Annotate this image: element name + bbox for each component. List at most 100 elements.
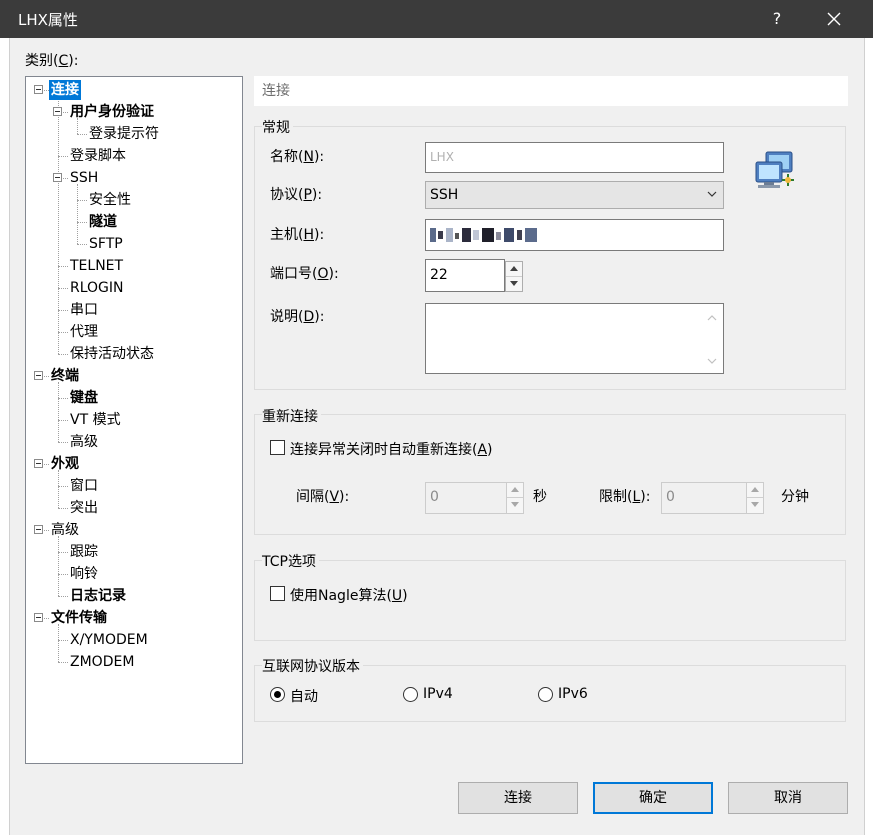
limit-stepper[interactable]: [746, 482, 764, 514]
tree-item[interactable]: 文件传输: [51, 608, 107, 628]
tree-item[interactable]: 终端: [51, 366, 79, 386]
tree-collapse-icon[interactable]: [34, 613, 43, 622]
tree-collapse-icon[interactable]: [53, 173, 62, 182]
tree-connector: [77, 222, 87, 223]
tree-item[interactable]: ZMODEM: [70, 652, 134, 672]
close-button[interactable]: [816, 0, 852, 38]
tree-connector: [77, 134, 87, 135]
category-tree[interactable]: 连接 用户身份验证 登录提示符 登录脚本 SSH 安全性 隧道 SFTP TELNET RLOGI…: [25, 76, 243, 764]
tree-item[interactable]: 键盘: [70, 388, 98, 408]
general-group-title: 常规: [262, 117, 293, 137]
auto-reconnect-checkbox[interactable]: [270, 440, 285, 455]
port-up-button[interactable]: [506, 262, 522, 277]
tree-connector: [58, 332, 68, 333]
host-redacted-value: [430, 228, 542, 242]
limit-unit: 分钟: [781, 489, 809, 505]
nagle-label: 使用Nagle算法(U): [290, 588, 408, 604]
tree-connector: [58, 596, 68, 597]
tree-item[interactable]: 外观: [51, 454, 79, 474]
help-button[interactable]: ?: [760, 0, 794, 38]
interval-label: 间隔(V):: [296, 489, 350, 505]
ipv4-label: IPv4: [423, 686, 453, 702]
chevron-down-icon: [707, 191, 717, 197]
tree-item[interactable]: SFTP: [89, 234, 123, 254]
tree-connector: [58, 398, 68, 399]
tree-item[interactable]: 登录脚本: [70, 146, 126, 166]
tree-connector: [58, 536, 59, 596]
tree-item[interactable]: 代理: [70, 322, 98, 342]
ipv4-radio[interactable]: [403, 687, 418, 702]
tree-item[interactable]: 响铃: [70, 564, 98, 584]
ok-button[interactable]: 确定: [593, 782, 713, 814]
description-textarea[interactable]: [425, 303, 724, 374]
title-bar[interactable]: LHX属性 ?: [0, 0, 873, 38]
tree-item[interactable]: RLOGIN: [70, 278, 124, 298]
tree-item[interactable]: 日志记录: [70, 586, 126, 606]
tree-connector: [58, 574, 68, 575]
reconnect-group: [254, 414, 846, 535]
limit-input[interactable]: 0: [661, 482, 747, 514]
name-label: 名称(N):: [270, 149, 325, 165]
reconnect-group-title: 重新连接: [262, 406, 321, 426]
interval-up-button[interactable]: [507, 483, 523, 498]
tree-connector: [58, 442, 68, 443]
tree-connector: [58, 624, 59, 662]
tree-connector: [58, 310, 68, 311]
tree-collapse-icon[interactable]: [34, 525, 43, 534]
host-input[interactable]: [425, 219, 724, 251]
tree-item[interactable]: 连接: [49, 80, 81, 100]
tree-connector: [58, 486, 68, 487]
limit-up-button[interactable]: [747, 483, 763, 498]
tree-item[interactable]: TELNET: [70, 256, 123, 276]
protocol-label: 协议(P):: [270, 187, 323, 203]
port-input[interactable]: 22: [425, 259, 505, 292]
tree-item[interactable]: 登录提示符: [89, 124, 159, 144]
tree-connector: [58, 96, 59, 354]
tree-item[interactable]: 窗口: [70, 476, 98, 496]
tree-connector: [58, 288, 68, 289]
tree-connector: [58, 354, 68, 355]
tree-collapse-icon[interactable]: [34, 371, 43, 380]
window-left-border: [0, 38, 10, 835]
category-label: 类别(C):: [25, 53, 79, 69]
tree-item[interactable]: 高级: [70, 432, 98, 452]
tcp-group-title: TCP选项: [262, 551, 319, 571]
name-input[interactable]: LHX: [425, 142, 724, 173]
interval-stepper[interactable]: [506, 482, 524, 514]
nagle-checkbox[interactable]: [270, 586, 285, 601]
tree-item[interactable]: 跟踪: [70, 542, 98, 562]
tree-connector: [77, 244, 87, 245]
tree-item[interactable]: 高级: [51, 520, 79, 540]
tree-item[interactable]: VT 模式: [70, 410, 121, 430]
connect-button[interactable]: 连接: [458, 782, 578, 814]
ipv6-radio[interactable]: [538, 687, 553, 702]
tree-collapse-icon[interactable]: [34, 85, 43, 94]
host-label: 主机(H):: [270, 227, 325, 243]
ip-auto-radio[interactable]: [270, 687, 285, 702]
tree-item[interactable]: 安全性: [89, 190, 131, 210]
tree-item[interactable]: SSH: [70, 168, 98, 188]
network-computer-icon: [755, 151, 794, 188]
tree-connector: [77, 184, 78, 244]
tree-item[interactable]: 保持活动状态: [70, 344, 154, 364]
auto-reconnect-label: 连接异常关闭时自动重新连接(A): [290, 442, 493, 458]
tree-connector: [58, 662, 68, 663]
scroll-down-icon[interactable]: [707, 358, 717, 365]
interval-input[interactable]: 0: [425, 482, 507, 514]
protocol-select[interactable]: SSH: [425, 181, 724, 209]
port-stepper[interactable]: [505, 261, 523, 292]
port-down-button[interactable]: [506, 277, 522, 292]
tree-item[interactable]: 用户身份验证: [70, 102, 154, 122]
tree-collapse-icon[interactable]: [53, 107, 62, 116]
interval-down-button[interactable]: [507, 498, 523, 513]
close-icon: [827, 12, 841, 26]
tree-connector: [58, 420, 68, 421]
tree-item[interactable]: 隧道: [89, 212, 117, 232]
cancel-button[interactable]: 取消: [728, 782, 848, 814]
tree-item[interactable]: 突出: [70, 498, 98, 518]
tree-item[interactable]: X/YMODEM: [70, 630, 148, 650]
scroll-up-icon[interactable]: [707, 314, 717, 321]
tree-collapse-icon[interactable]: [34, 459, 43, 468]
limit-down-button[interactable]: [747, 498, 763, 513]
tree-item[interactable]: 串口: [70, 300, 98, 320]
